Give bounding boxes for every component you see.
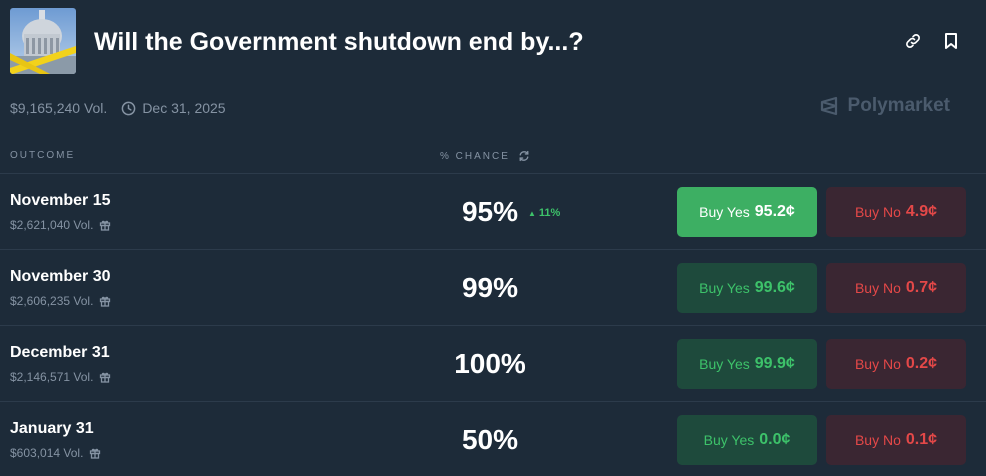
buy-no-price: 4.9¢: [905, 203, 938, 220]
buy-yes-price: 99.6¢: [754, 279, 795, 296]
chance-delta-value: 11%: [538, 207, 561, 219]
outcome-volume-text: $603,014 Vol.: [10, 446, 84, 460]
buy-yes-price: 99.9¢: [754, 355, 795, 372]
gift-icon: [99, 295, 111, 307]
chance-delta: ▲ 11%: [528, 207, 560, 219]
outcome-chance: 99%: [461, 272, 519, 303]
buy-no-button[interactable]: Buy No 0.1¢: [826, 415, 966, 465]
market-header: Will the Government shutdown end by...?: [10, 8, 976, 74]
buy-no-label: Buy No: [854, 432, 901, 448]
outcome-row: December 31 $2,146,571 Vol. 100% Buy Yes…: [0, 325, 986, 401]
buy-no-label: Buy No: [854, 356, 901, 372]
market-thumbnail: [10, 8, 76, 74]
buy-yes-price: 95.2¢: [754, 203, 795, 220]
buy-no-label: Buy No: [854, 280, 901, 296]
buy-no-price: 0.7¢: [905, 279, 938, 296]
buy-yes-label: Buy Yes: [703, 432, 755, 448]
bookmark-icon[interactable]: [940, 30, 962, 52]
outcome-row: November 30 $2,606,235 Vol. 99% Buy Yes …: [0, 249, 986, 325]
market-meta: $9,165,240 Vol. Dec 31, 2025: [10, 98, 226, 118]
gift-icon: [99, 371, 111, 383]
link-icon[interactable]: [902, 30, 924, 52]
outcome-volume: $2,146,571 Vol.: [10, 370, 111, 384]
buy-yes-label: Buy Yes: [699, 356, 750, 372]
market-title: Will the Government shutdown end by...?: [94, 28, 584, 56]
outcome-name: January 31: [10, 420, 94, 437]
outcome-chance: 100%: [454, 348, 526, 379]
buy-yes-button[interactable]: Buy Yes 95.2¢: [677, 187, 817, 237]
outcome-volume: $2,621,040 Vol.: [10, 218, 111, 232]
buy-yes-button[interactable]: Buy Yes 99.9¢: [677, 339, 817, 389]
outcome-name: November 30: [10, 268, 111, 285]
outcome-name: November 15: [10, 192, 111, 209]
outcome-volume-text: $2,146,571 Vol.: [10, 370, 94, 384]
column-chance-label: % CHANCE: [440, 150, 510, 162]
outcome-name: December 31: [10, 344, 110, 361]
outcome-volume-text: $2,621,040 Vol.: [10, 218, 94, 232]
up-triangle-icon: ▲: [528, 208, 536, 218]
outcome-chance: 95%: [461, 196, 519, 227]
buy-yes-button[interactable]: Buy Yes 0.0¢: [677, 415, 817, 465]
outcome-row: November 15 $2,621,040 Vol. 95% ▲ 11% Bu…: [0, 173, 986, 249]
outcome-volume-text: $2,606,235 Vol.: [10, 294, 94, 308]
column-outcome: OUTCOME: [10, 150, 75, 161]
gift-icon: [89, 447, 101, 459]
polymarket-brand[interactable]: Polymarket: [818, 95, 950, 117]
buy-no-price: 0.1¢: [905, 431, 938, 448]
market-volume: $9,165,240 Vol.: [10, 100, 108, 116]
column-outcome-label: OUTCOME: [10, 150, 76, 161]
buy-yes-label: Buy Yes: [699, 204, 750, 220]
outcome-volume: $603,014 Vol.: [10, 446, 101, 460]
buy-no-label: Buy No: [854, 204, 901, 220]
buy-no-button[interactable]: Buy No 4.9¢: [826, 187, 966, 237]
outcome-chance: 50%: [461, 424, 519, 455]
clock-icon: [121, 101, 136, 116]
gift-icon: [99, 219, 111, 231]
buy-yes-label: Buy Yes: [699, 280, 750, 296]
buy-no-button[interactable]: Buy No 0.7¢: [826, 263, 966, 313]
buy-yes-button[interactable]: Buy Yes 99.6¢: [677, 263, 817, 313]
column-chance: % CHANCE: [440, 150, 530, 162]
refresh-icon[interactable]: [518, 150, 530, 162]
brand-name: Polymarket: [847, 95, 950, 116]
outcome-volume: $2,606,235 Vol.: [10, 294, 111, 308]
buy-no-price: 0.2¢: [905, 355, 938, 372]
buy-yes-price: 0.0¢: [759, 431, 791, 448]
buy-no-button[interactable]: Buy No 0.2¢: [826, 339, 966, 389]
outcome-row: January 31 $603,014 Vol. 50% Buy Yes 0.0…: [0, 401, 986, 476]
polymarket-logo-icon: [818, 95, 840, 117]
market-end-date: Dec 31, 2025: [142, 100, 226, 116]
